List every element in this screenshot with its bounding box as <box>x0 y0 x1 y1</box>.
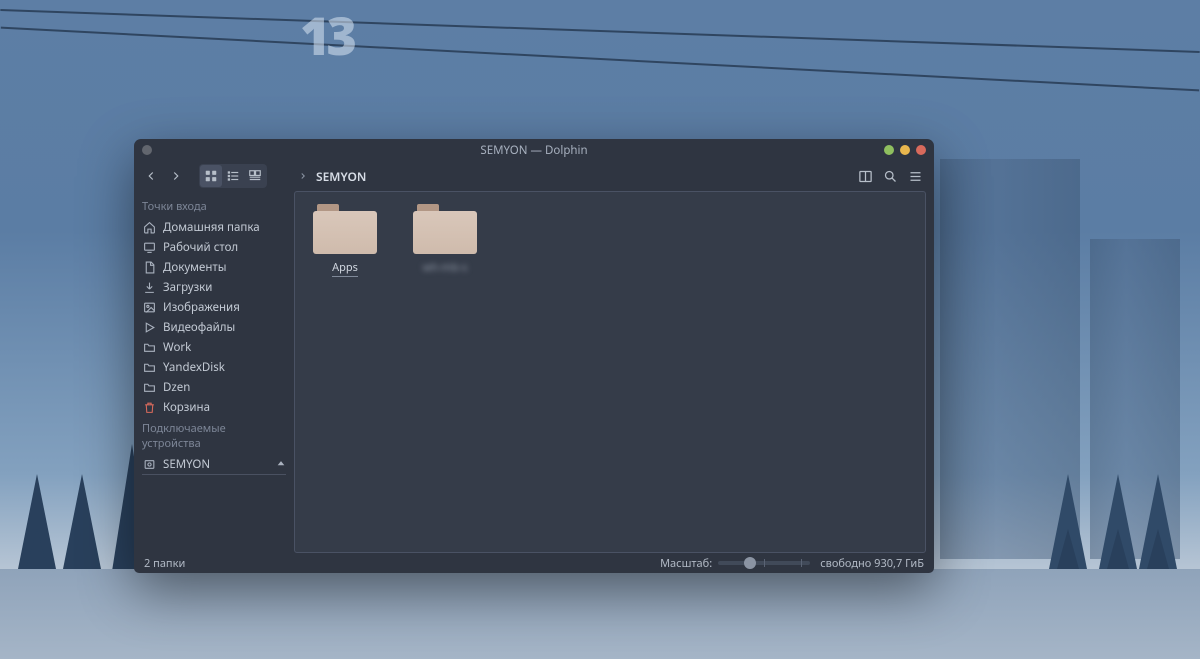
home-icon <box>142 220 156 234</box>
sidebar-item-videos[interactable]: Видеофайлы <box>134 317 294 337</box>
folder-icon <box>413 204 477 254</box>
places-panel: Точки входа Домашняя папка Рабочий стол … <box>134 191 294 553</box>
sidebar-item-trash[interactable]: Корзина <box>134 397 294 417</box>
maximize-button[interactable] <box>900 145 910 155</box>
devices-header: Подключаемые устройства <box>134 417 294 454</box>
sidebar-item-label: Документы <box>163 260 226 275</box>
eject-icon[interactable] <box>276 459 286 469</box>
statusbar: 2 папки Масштаб: свободно 930,7 ГиБ <box>134 553 934 573</box>
sidebar-item-label: Изображения <box>163 300 240 315</box>
compact-view-button[interactable] <box>222 165 244 187</box>
titlebar[interactable]: SEMYON — Dolphin <box>134 139 934 161</box>
places-header: Точки входа <box>134 195 294 217</box>
sidebar-item-label: Work <box>163 340 191 355</box>
video-icon <box>142 320 156 334</box>
file-view[interactable]: Apps wh-mb-s <box>294 191 926 553</box>
zoom-slider[interactable] <box>718 561 810 565</box>
close-button[interactable] <box>916 145 926 155</box>
forward-button[interactable] <box>165 165 187 187</box>
sidebar-item-dzen[interactable]: Dzen <box>134 377 294 397</box>
free-space: свободно 930,7 ГиБ <box>820 556 924 571</box>
folder-icon <box>142 360 156 374</box>
sidebar-item-yandexdisk[interactable]: YandexDisk <box>134 357 294 377</box>
zoom-thumb[interactable] <box>744 557 756 569</box>
back-button[interactable] <box>140 165 162 187</box>
dolphin-window: SEMYON — Dolphin <box>134 139 934 573</box>
toolbar: SEMYON <box>134 161 934 191</box>
sidebar-item-documents[interactable]: Документы <box>134 257 294 277</box>
breadcrumb-current[interactable]: SEMYON <box>316 168 366 185</box>
folder-icon <box>142 340 156 354</box>
document-icon <box>142 260 156 274</box>
sidebar-item-label: SEMYON <box>163 457 210 472</box>
menu-button[interactable] <box>904 165 926 187</box>
chevron-right-icon <box>298 171 308 181</box>
search-button[interactable] <box>879 165 901 187</box>
download-icon <box>142 280 156 294</box>
sidebar-item-label: Dzen <box>163 380 190 395</box>
folder-label: wh-mb-s <box>423 260 468 275</box>
view-mode-group <box>199 164 267 188</box>
sidebar-item-label: Загрузки <box>163 280 212 295</box>
sidebar-item-label: Рабочий стол <box>163 240 238 255</box>
zoom-control[interactable]: Масштаб: <box>660 556 810 571</box>
window-menu-dot[interactable] <box>142 145 152 155</box>
folder-item[interactable]: wh-mb-s <box>409 204 481 277</box>
item-count: 2 папки <box>144 556 185 571</box>
sidebar-item-semyon-disk[interactable]: SEMYON <box>134 454 294 474</box>
image-icon <box>142 300 156 314</box>
sidebar-item-label: Корзина <box>163 400 210 415</box>
sidebar-item-label: Видеофайлы <box>163 320 235 335</box>
folder-icon <box>313 204 377 254</box>
sidebar-item-label: YandexDisk <box>163 360 225 375</box>
breadcrumb[interactable]: SEMYON <box>298 168 366 185</box>
folder-label: Apps <box>332 260 358 277</box>
sidebar-item-pictures[interactable]: Изображения <box>134 297 294 317</box>
window-controls <box>884 145 926 155</box>
minimize-button[interactable] <box>884 145 894 155</box>
wallpaper-badge: 13 <box>300 0 353 71</box>
disk-icon <box>142 457 156 471</box>
sidebar-item-desktop[interactable]: Рабочий стол <box>134 237 294 257</box>
sidebar-item-label: Домашняя папка <box>163 220 260 235</box>
window-title: SEMYON — Dolphin <box>134 143 934 158</box>
zoom-label: Масштаб: <box>660 556 712 571</box>
sidebar-item-home[interactable]: Домашняя папка <box>134 217 294 237</box>
folder-item[interactable]: Apps <box>309 204 381 277</box>
desktop-icon <box>142 240 156 254</box>
detail-view-button[interactable] <box>244 165 266 187</box>
trash-icon <box>142 400 156 414</box>
folder-icon <box>142 380 156 394</box>
split-view-button[interactable] <box>854 165 876 187</box>
sidebar-item-work[interactable]: Work <box>134 337 294 357</box>
icon-view-button[interactable] <box>200 165 222 187</box>
sidebar-item-downloads[interactable]: Загрузки <box>134 277 294 297</box>
